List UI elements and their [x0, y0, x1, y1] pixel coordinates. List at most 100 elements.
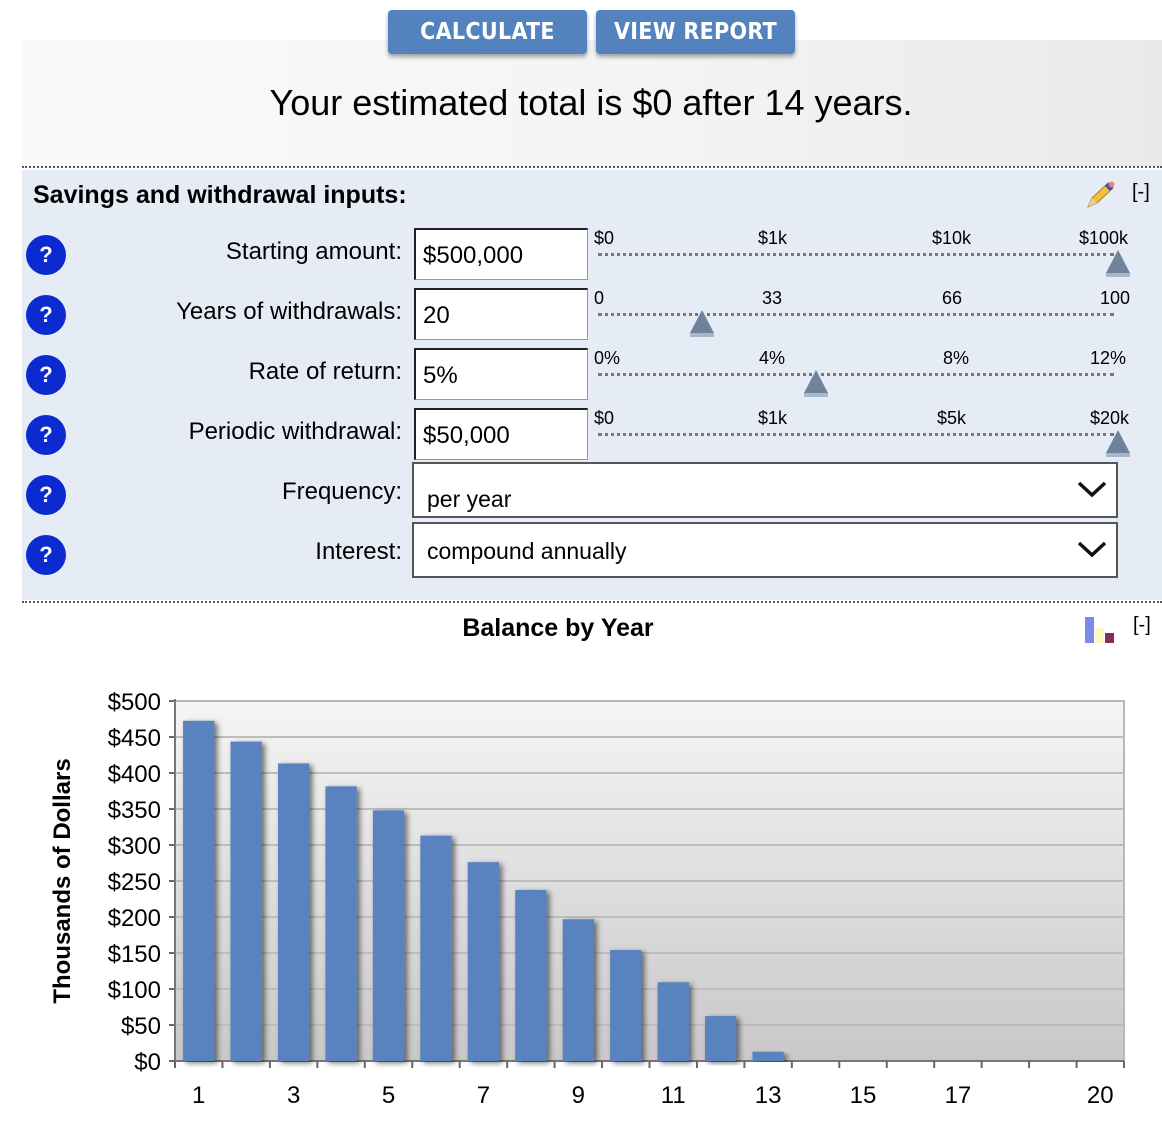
y-tick-label: $250 [108, 869, 161, 896]
slider-tick: $1k [758, 228, 788, 248]
help-icon[interactable]: ? [26, 535, 66, 575]
bar-year-6 [420, 835, 452, 1061]
slider-tick: 4% [759, 348, 786, 368]
years-of-withdrawals-field[interactable]: 20 [414, 288, 588, 340]
slider-tick: $0 [594, 408, 615, 428]
y-axis-label: Thousands of Dollars [49, 758, 76, 1003]
slider-thumb[interactable] [1106, 250, 1130, 278]
bar-year-11 [657, 982, 689, 1061]
bar-year-12 [705, 1016, 737, 1061]
input-row-periodic-withdrawal: ? Periodic withdrawal: $50,000 $0 $1k $5… [0, 408, 1162, 464]
slider-track[interactable] [598, 373, 1114, 376]
slider-tick: $20k [1090, 408, 1130, 428]
slider-tick: 66 [942, 288, 963, 308]
bar-year-13 [752, 1051, 784, 1061]
periodic-withdrawal-label: Periodic withdrawal: [188, 418, 402, 445]
starting-amount-field[interactable]: $500,000 [414, 228, 588, 280]
periodic-withdrawal-slider[interactable]: $0 $1k $5k $20k [594, 408, 1134, 464]
chart-collapse-toggle[interactable]: [-] [1133, 614, 1151, 637]
y-tick-label: $300 [108, 833, 161, 860]
slider-thumb[interactable] [690, 310, 714, 338]
help-icon[interactable]: ? [26, 355, 66, 395]
years-of-withdrawals-label: Years of withdrawals: [176, 298, 402, 325]
y-tick-label: $0 [134, 1049, 161, 1076]
interest-select[interactable]: compound annually [412, 522, 1118, 578]
bar-year-7 [467, 862, 500, 1061]
slider-track[interactable] [598, 253, 1114, 256]
slider-tick: $1k [758, 408, 788, 428]
chart-separator [22, 601, 1162, 603]
rate-of-return-slider[interactable]: 0% 4% 8% 12% [594, 348, 1134, 404]
years-of-withdrawals-slider[interactable]: 0 33 66 100 [594, 288, 1134, 344]
y-tick-label: $450 [108, 725, 161, 752]
help-icon[interactable]: ? [26, 235, 66, 275]
bar-year-5 [372, 810, 405, 1061]
bar-year-8 [515, 890, 547, 1061]
slider-track[interactable] [598, 313, 1114, 316]
bar-year-9 [562, 919, 594, 1061]
input-row-starting-amount: ? Starting amount: $500,000 $0 $1k $10k … [0, 228, 1162, 284]
slider-tick: 12% [1090, 348, 1127, 368]
slider-tick: $0 [594, 228, 615, 248]
frequency-label: Frequency: [281, 478, 402, 505]
slider-thumb[interactable] [804, 370, 829, 398]
help-icon[interactable]: ? [26, 475, 66, 515]
balance-bar-chart: $0 $50 $100 $150 $200 $250 $300 $350 $400 $450 $50… [49, 689, 1125, 1109]
starting-amount-label: Starting amount: [225, 238, 402, 265]
help-icon[interactable]: ? [26, 295, 66, 335]
help-icon[interactable]: ? [26, 415, 66, 455]
view-report-button[interactable]: VIEW REPORT [596, 10, 795, 54]
inputs-separator [22, 166, 1162, 168]
input-row-years-of-withdrawals: ? Years of withdrawals: 20 0 33 66 100 [0, 288, 1162, 344]
slider-track[interactable] [598, 433, 1114, 436]
calculate-button[interactable]: CALCULATE [388, 10, 587, 54]
y-tick-label: $500 [108, 689, 161, 716]
slider-tick: 0 [594, 288, 605, 308]
y-tick-label: $400 [108, 761, 161, 788]
slider-tick: 33 [762, 288, 783, 308]
x-tick-label: 1 [192, 1082, 205, 1109]
input-row-interest: ? Interest: compound annually [0, 522, 1162, 578]
rate-of-return-field[interactable]: 5% [414, 348, 588, 400]
input-row-frequency: ? Frequency: per year [0, 462, 1162, 518]
toolbar: CALCULATE VIEW REPORT [388, 10, 795, 54]
x-tick-label: 11 [661, 1082, 686, 1109]
interest-label: Interest: [315, 538, 402, 565]
chevron-down-icon [1077, 481, 1107, 498]
inputs-title: Savings and withdrawal inputs: [33, 181, 407, 209]
x-tick-label: 15 [850, 1082, 877, 1109]
slider-tick: $5k [937, 408, 967, 428]
y-tick-label: $100 [108, 977, 161, 1004]
chevron-down-icon [1077, 541, 1107, 558]
bar-chart-icon[interactable] [1083, 614, 1123, 644]
frequency-selected-value: per year [427, 486, 512, 512]
y-tick-label: $350 [108, 797, 161, 824]
starting-amount-slider[interactable]: $0 $1k $10k $100k [594, 228, 1134, 284]
interest-selected-value: compound annually [427, 538, 627, 564]
y-tick-label: $50 [121, 1013, 161, 1040]
slider-tick: $100k [1079, 228, 1129, 248]
frequency-select[interactable]: per year [412, 462, 1118, 518]
slider-tick: $10k [932, 228, 972, 248]
pencil-icon[interactable] [1084, 180, 1116, 210]
x-tick-label: 20 [1087, 1082, 1114, 1109]
result-summary: Your estimated total is $0 after 14 year… [269, 82, 913, 123]
bar-year-4 [325, 786, 357, 1061]
slider-tick: 0% [594, 348, 621, 368]
bar-year-2 [230, 741, 262, 1061]
y-tick-label: $200 [108, 905, 161, 932]
x-tick-label: 9 [572, 1082, 585, 1109]
inputs-collapse-toggle[interactable]: [-] [1132, 181, 1150, 204]
bar-year-10 [610, 949, 642, 1061]
x-tick-label: 5 [382, 1082, 395, 1109]
x-tick-label: 3 [287, 1082, 300, 1109]
slider-tick: 100 [1100, 288, 1131, 308]
input-row-rate-of-return: ? Rate of return: 5% 0% 4% 8% 12% [0, 348, 1162, 404]
slider-tick: 8% [943, 348, 970, 368]
x-tick-label: 7 [477, 1082, 490, 1109]
bar-year-3 [277, 763, 310, 1061]
slider-thumb[interactable] [1106, 430, 1130, 458]
x-tick-label: 13 [755, 1082, 782, 1109]
x-tick-label: 17 [945, 1082, 972, 1109]
periodic-withdrawal-field[interactable]: $50,000 [414, 408, 588, 460]
